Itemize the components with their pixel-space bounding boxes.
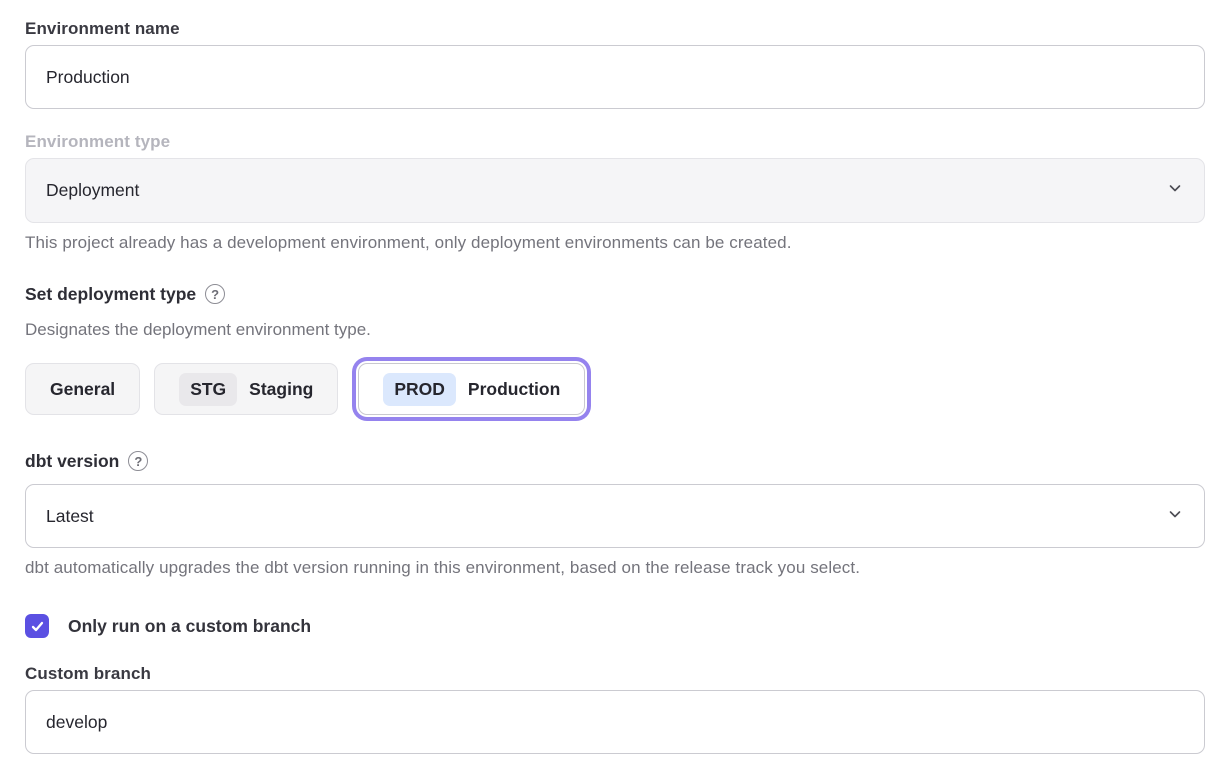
dbt-version-label: dbt version <box>25 450 119 472</box>
help-icon[interactable]: ? <box>128 451 148 471</box>
check-icon <box>30 619 45 634</box>
environment-type-value: Deployment <box>46 180 139 201</box>
environment-type-field: Environment type Deployment This project… <box>25 131 1205 253</box>
option-label: Staging <box>249 379 313 400</box>
custom-branch-toggle-row: Only run on a custom branch <box>25 614 1205 638</box>
environment-name-label: Environment name <box>25 18 1205 39</box>
custom-branch-toggle-label[interactable]: Only run on a custom branch <box>68 616 311 637</box>
staging-badge: STG <box>179 373 237 406</box>
custom-branch-field: Custom branch <box>25 663 1205 754</box>
custom-branch-label: Custom branch <box>25 663 1205 684</box>
help-icon[interactable]: ? <box>205 284 225 304</box>
environment-name-input[interactable] <box>25 45 1205 109</box>
option-label: Production <box>468 379 560 400</box>
dbt-version-field: dbt version ? Latest dbt automatically u… <box>25 450 1205 578</box>
deployment-type-description: Designates the deployment environment ty… <box>25 320 1205 340</box>
environment-type-select[interactable]: Deployment <box>25 158 1205 223</box>
deployment-type-option-general[interactable]: General <box>25 363 140 415</box>
dbt-version-helper: dbt automatically upgrades the dbt versi… <box>25 558 1205 578</box>
chevron-down-icon <box>1166 179 1184 202</box>
option-label: General <box>50 379 115 400</box>
deployment-type-option-staging[interactable]: STG Staging <box>154 363 338 415</box>
custom-branch-input[interactable] <box>25 690 1205 754</box>
custom-branch-checkbox[interactable] <box>25 614 49 638</box>
dbt-version-select[interactable]: Latest <box>25 484 1205 548</box>
deployment-type-section: Set deployment type ? Designates the dep… <box>25 283 1205 422</box>
chevron-down-icon <box>1166 505 1184 528</box>
production-badge: PROD <box>383 373 456 406</box>
deployment-type-options: General STG Staging PROD Production <box>25 356 1205 422</box>
environment-type-helper: This project already has a development e… <box>25 233 1205 253</box>
deployment-type-option-production[interactable]: PROD Production <box>358 363 585 415</box>
environment-name-field: Environment name <box>25 18 1205 109</box>
environment-type-label: Environment type <box>25 131 1205 152</box>
deployment-type-heading: Set deployment type <box>25 283 196 305</box>
dbt-version-value: Latest <box>46 506 94 527</box>
